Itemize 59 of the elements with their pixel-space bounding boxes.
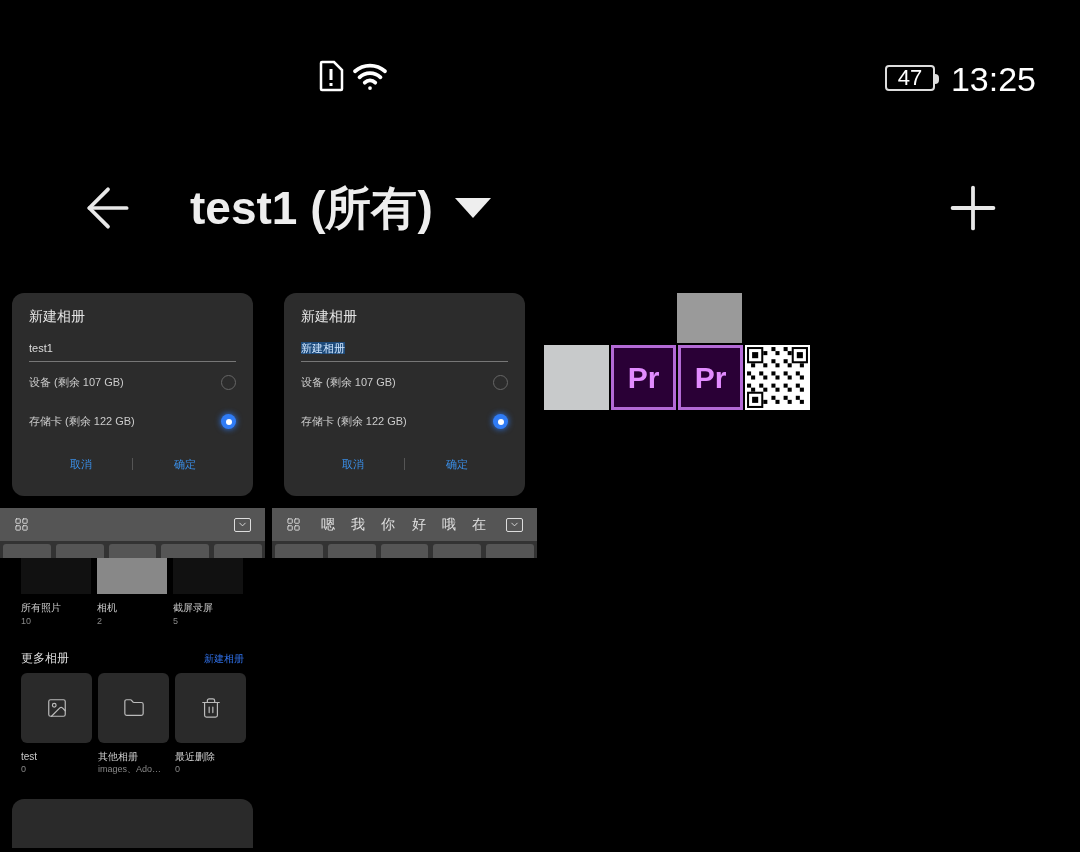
dialog-button[interactable]: 确定	[133, 452, 236, 477]
album-name: 所有照片	[21, 601, 62, 615]
trash-icon	[199, 697, 222, 719]
dialog-button[interactable]: 确定	[405, 452, 508, 477]
album-tile[interactable]	[98, 673, 169, 743]
album-name: 截屏录屏	[173, 601, 214, 615]
folder-icon	[122, 697, 145, 719]
sim-alert-icon	[318, 60, 344, 92]
album-name: test	[21, 750, 39, 763]
album-count: 5	[173, 615, 179, 627]
album-tile[interactable]	[21, 673, 92, 743]
app-logo-tile[interactable]: Pr	[678, 345, 743, 410]
logo-text: Pr	[627, 360, 660, 396]
photo-placeholder	[97, 558, 167, 594]
new-album-link[interactable]: 新建相册	[204, 650, 244, 666]
radio-button[interactable]	[221, 414, 236, 429]
grid-icon[interactable]	[14, 517, 29, 532]
album-tile[interactable]	[175, 673, 246, 743]
battery-indicator: 47	[884, 65, 935, 91]
input-field[interactable]: 新建相册	[301, 341, 508, 362]
album-name: 相机	[97, 601, 118, 615]
album-count: 0	[21, 763, 27, 775]
option-label: 设备 (剩余 107 GB)	[301, 375, 396, 391]
album-name: 其他相册	[98, 750, 139, 763]
screenshot-thumbnail[interactable]: 新建相册 新建相册 设备 (剩余 107 GB) 存储卡 (剩余 122 GB) 取消 确定 嗯 我 你 好 哦 在	[272, 293, 537, 558]
caret-icon	[454, 198, 491, 218]
photo-placeholder	[21, 558, 91, 594]
photo-placeholder	[173, 558, 243, 594]
album-count: 0	[175, 763, 181, 775]
input-field[interactable]: test1	[29, 341, 236, 362]
candidate-word[interactable]: 你	[381, 514, 396, 535]
dialog-button[interactable]: 取消	[29, 452, 132, 477]
album-count: 10	[21, 615, 32, 627]
dialog-title: 新建相册	[29, 307, 86, 325]
album-count: 2	[97, 615, 103, 627]
radio-button[interactable]	[493, 414, 508, 429]
status-time: 13:25	[950, 60, 1036, 98]
album-count: images、Ado…	[98, 763, 163, 775]
app-logo-tile[interactable]: Pr	[611, 345, 676, 410]
option-label: 设备 (剩余 107 GB)	[29, 375, 124, 391]
image-icon	[45, 697, 68, 719]
candidate-word[interactable]: 嗯	[321, 514, 336, 535]
option-label: 存储卡 (剩余 122 GB)	[29, 414, 135, 430]
option-label: 存储卡 (剩余 122 GB)	[301, 414, 407, 430]
keyboard-hide-icon[interactable]	[506, 517, 523, 532]
candidate-word[interactable]: 哦	[441, 514, 456, 535]
logo-text: Pr	[694, 360, 727, 396]
candidate-word[interactable]: 在	[471, 514, 486, 535]
candidate-word[interactable]: 我	[351, 514, 366, 535]
section-title: 更多相册	[21, 650, 69, 667]
grid-icon[interactable]	[286, 517, 301, 532]
dialog-button[interactable]: 取消	[301, 452, 404, 477]
screenshot-thumbnail[interactable]: 新建相册 test1 设备 (剩余 107 GB) 存储卡 (剩余 122 GB) 取消 确定	[0, 293, 265, 558]
candidate-word[interactable]: 好	[411, 514, 426, 535]
album-selector[interactable]: test1 (所有)	[190, 173, 491, 243]
qr-code-drawing	[745, 345, 810, 410]
album-name: 最近删除	[175, 750, 216, 763]
keyboard-hide-icon[interactable]	[234, 517, 251, 532]
dialog-title: 新建相册	[301, 307, 358, 325]
